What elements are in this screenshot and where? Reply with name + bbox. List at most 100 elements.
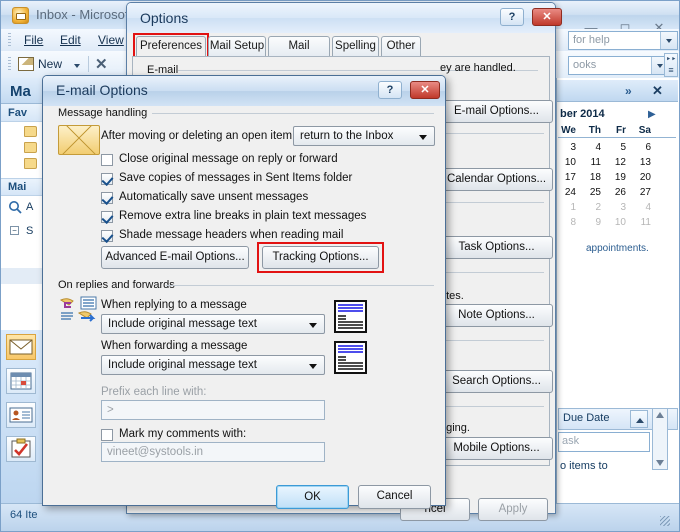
- nav-button-contacts[interactable]: [6, 402, 36, 428]
- calendar-header-rule: [558, 137, 676, 138]
- folder-icon[interactable]: [24, 142, 37, 153]
- mailbox-tree-label[interactable]: S: [26, 225, 33, 237]
- calendar-day-cell[interactable]: 1: [560, 202, 576, 213]
- calendar-day-cell[interactable]: 12: [610, 157, 626, 168]
- message-handling-group-label: Message handling: [58, 107, 148, 119]
- outlook-app-icon: [12, 7, 29, 24]
- calendar-day-header: Fr: [616, 125, 626, 136]
- to-do-bar-scrollbar[interactable]: [652, 408, 668, 470]
- tab-other[interactable]: Other: [381, 36, 421, 57]
- calendar-day-cell[interactable]: 13: [635, 157, 651, 168]
- menu-item-view[interactable]: View: [98, 33, 124, 47]
- checkbox-box[interactable]: [101, 192, 113, 204]
- close-button[interactable]: ✕: [532, 8, 562, 26]
- calendar-day-cell[interactable]: 3: [560, 142, 576, 153]
- folder-icon[interactable]: [24, 158, 37, 169]
- options-dialog-title-bar: [127, 3, 555, 33]
- calendar-day-cell[interactable]: 20: [635, 172, 651, 183]
- calendar-day-cell[interactable]: 11: [585, 157, 601, 168]
- checkbox-label: Remove extra line breaks in plain text m…: [119, 210, 367, 222]
- status-item-count: 64 Ite: [10, 509, 38, 521]
- when-forwarding-dropdown[interactable]: Include original message text: [101, 355, 325, 375]
- note-options-button[interactable]: Note Options...: [440, 304, 553, 327]
- prefix-value: >: [107, 404, 114, 416]
- calendar-day-cell[interactable]: 3: [610, 202, 626, 213]
- replies-group-label: On replies and forwards: [58, 279, 175, 291]
- checkbox-box[interactable]: [101, 211, 113, 223]
- calendar-day-cell[interactable]: 2: [585, 202, 601, 213]
- calendar-day-cell[interactable]: 8: [560, 217, 576, 228]
- address-book-search-input[interactable]: ooks: [568, 56, 668, 75]
- toolbar-drag-grip[interactable]: [8, 57, 11, 72]
- calendar-day-cell[interactable]: 27: [635, 187, 651, 198]
- close-button[interactable]: ✕: [410, 81, 440, 99]
- chevron-down-icon[interactable]: [660, 32, 677, 49]
- calendar-day-cell[interactable]: 10: [610, 217, 626, 228]
- after-move-dropdown[interactable]: return to the Inbox: [293, 126, 435, 146]
- checkbox-label: Shade message headers when reading mail: [119, 229, 344, 241]
- nav-button-tasks[interactable]: [6, 436, 36, 462]
- calendar-day-cell[interactable]: 24: [560, 187, 576, 198]
- search-folders-label[interactable]: A: [26, 201, 33, 213]
- calendar-day-cell[interactable]: 18: [585, 172, 601, 183]
- calendar-day-cell[interactable]: 10: [560, 157, 576, 168]
- email-options-dialog-title: E-mail Options: [56, 82, 148, 98]
- folder-icon[interactable]: [24, 126, 37, 137]
- tab-mail-format[interactable]: Mail Format: [268, 36, 330, 71]
- checkbox-box[interactable]: [101, 173, 113, 185]
- options-apply-button[interactable]: Apply: [478, 498, 548, 521]
- search-options-button[interactable]: Search Options...: [440, 370, 553, 393]
- advanced-email-options-button[interactable]: Advanced E-mail Options...: [101, 246, 249, 269]
- checkbox-box[interactable]: [101, 230, 113, 242]
- no-items-message: o items to: [560, 460, 608, 472]
- prefix-each-line-label: Prefix each line with:: [101, 386, 207, 398]
- calendar-day-cell[interactable]: 11: [635, 217, 651, 228]
- email-options-cancel-button[interactable]: Cancel: [358, 485, 431, 509]
- help-button[interactable]: ?: [500, 8, 524, 26]
- calendar-day-cell[interactable]: 4: [635, 202, 651, 213]
- chevron-double-right-icon[interactable]: »: [625, 84, 632, 98]
- forward-preview-icon: [334, 341, 367, 374]
- menu-item-file[interactable]: File: [24, 33, 43, 47]
- calendar-next-month-icon[interactable]: ▶: [648, 109, 656, 120]
- calendar-day-cell[interactable]: 26: [610, 187, 626, 198]
- nav-button-calendar[interactable]: [6, 368, 36, 394]
- calendar-day-cell[interactable]: 6: [635, 142, 651, 153]
- calendar-day-cell[interactable]: 9: [585, 217, 601, 228]
- nav-button-mail[interactable]: [6, 334, 36, 360]
- reply-preview-icon: [334, 300, 367, 333]
- prefix-input[interactable]: >: [101, 400, 325, 420]
- help-button[interactable]: ?: [378, 81, 402, 99]
- tree-expand-icon[interactable]: −: [10, 226, 19, 235]
- calendar-day-cell[interactable]: 4: [585, 142, 601, 153]
- resize-grip[interactable]: [660, 516, 670, 526]
- when-forwarding-label: When forwarding a message: [101, 340, 248, 352]
- menu-drag-grip[interactable]: [8, 33, 11, 46]
- checkbox-label: Close original message on reply or forwa…: [119, 153, 338, 165]
- checkbox-box[interactable]: [101, 154, 113, 166]
- mobile-options-button[interactable]: Mobile Options...: [440, 437, 553, 460]
- calendar-day-cell[interactable]: 17: [560, 172, 576, 183]
- new-dropdown-arrow-icon[interactable]: [74, 64, 80, 68]
- calendar-day-cell[interactable]: 5: [610, 142, 626, 153]
- options-group-separator: [436, 133, 544, 134]
- menu-item-edit[interactable]: Edit: [60, 33, 81, 47]
- checkbox-box[interactable]: [101, 429, 113, 441]
- toolbar-overflow-spinner[interactable]: ‣‣ ≡: [664, 53, 678, 77]
- task-options-button[interactable]: Task Options...: [440, 236, 553, 259]
- when-replying-dropdown[interactable]: Include original message text: [101, 314, 325, 334]
- email-options-ok-button[interactable]: OK: [276, 485, 349, 509]
- email-options-button[interactable]: E-mail Options...: [440, 100, 553, 123]
- delete-icon[interactable]: ✕: [95, 55, 108, 73]
- type-question-for-help-input[interactable]: for help: [568, 31, 678, 50]
- tab-mail-setup[interactable]: Mail Setup: [208, 36, 266, 57]
- mark-comments-input[interactable]: vineet@systools.in: [101, 442, 325, 462]
- calendar-day-cell[interactable]: 25: [585, 187, 601, 198]
- calendar-day-header: Th: [588, 125, 601, 136]
- calendar-options-button[interactable]: Calendar Options...: [440, 168, 553, 191]
- tab-spelling[interactable]: Spelling: [332, 36, 379, 57]
- new-button-label[interactable]: New: [38, 57, 62, 71]
- close-icon[interactable]: ✕: [652, 83, 663, 99]
- calendar-day-cell[interactable]: 19: [610, 172, 626, 183]
- sort-ascending-icon[interactable]: [630, 410, 648, 428]
